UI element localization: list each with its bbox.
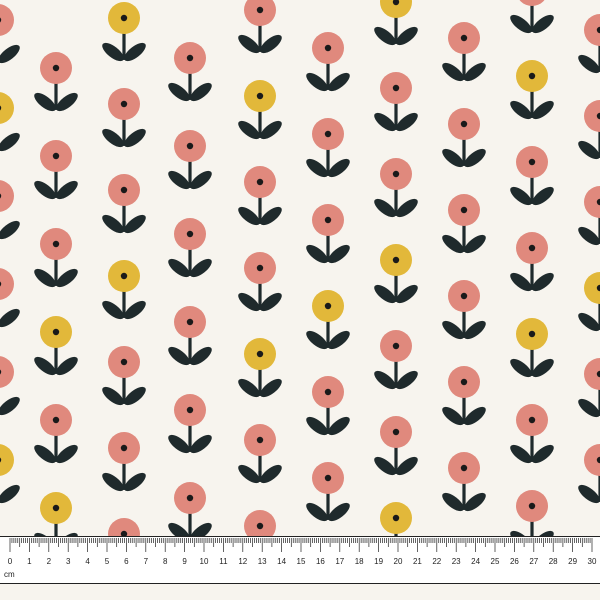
flower-motif	[306, 462, 350, 522]
fabric-pattern	[0, 0, 600, 578]
flower-motif	[442, 22, 486, 82]
ruler-cm-label: 30	[588, 557, 597, 566]
flower-motif	[578, 272, 600, 332]
flower-motif	[510, 60, 554, 120]
flower-motif	[306, 118, 350, 178]
ruler-cm-label: 19	[374, 557, 383, 566]
flower-motif	[102, 174, 146, 234]
flower-motif	[238, 80, 282, 140]
ruler-cm-label: 10	[200, 557, 209, 566]
flower-motif	[374, 330, 418, 390]
ruler-cm-label: 18	[355, 557, 364, 566]
flower-motif	[306, 204, 350, 264]
flower-motif	[0, 356, 20, 416]
flower-motif	[238, 338, 282, 398]
flower-motif	[102, 88, 146, 148]
flower-motif	[510, 146, 554, 206]
flower-motif	[374, 158, 418, 218]
flower-motif	[578, 358, 600, 418]
flower-motif	[34, 316, 78, 376]
ruler-cm-label: 8	[163, 557, 168, 566]
flower-motif	[510, 232, 554, 292]
ruler-cm-label: 26	[510, 557, 519, 566]
ruler-cm-label: 25	[491, 557, 500, 566]
ruler-cm-label: 27	[529, 557, 538, 566]
ruler-cm-label: 1	[27, 557, 32, 566]
ruler-cm-label: 3	[66, 557, 71, 566]
ruler-cm-label: 24	[471, 557, 480, 566]
flower-motif	[0, 268, 20, 328]
ruler-cm-label: 28	[549, 557, 558, 566]
flower-motif	[442, 452, 486, 512]
ruler-cm-label: 11	[219, 557, 228, 566]
flower-motif	[168, 306, 212, 366]
ruler-cm-label: 6	[124, 557, 129, 566]
flower-motif	[168, 394, 212, 454]
flower-motif	[238, 424, 282, 484]
flower-motif	[102, 432, 146, 492]
flower-motif	[102, 346, 146, 406]
flower-motif	[0, 92, 20, 152]
flower-motif	[374, 244, 418, 304]
flower-motif	[578, 100, 600, 160]
flower-motif	[510, 404, 554, 464]
flower-motif	[578, 186, 600, 246]
flower-motif	[374, 72, 418, 132]
ruler-unit-label: cm	[4, 570, 15, 579]
measuring-ruler: 0 1 2 3 4 5 6 7 8 9 10 11 12 13 14 15 16 17 18 19 20 21 22 23 24…	[0, 536, 600, 584]
flower-motif	[578, 14, 600, 74]
ruler-cm-label: 20	[394, 557, 403, 566]
ruler-cm-label: 17	[335, 557, 344, 566]
flower-motif	[102, 2, 146, 62]
flower-motif	[0, 180, 20, 240]
flower-motif	[442, 366, 486, 426]
ruler-cm-label: 23	[452, 557, 461, 566]
flower-motif	[442, 280, 486, 340]
ruler-cm-label: 4	[85, 557, 90, 566]
ruler-cm-label: 15	[297, 557, 306, 566]
flower-motif	[0, 444, 20, 504]
flower-motif	[510, 0, 554, 34]
flower-motif	[306, 32, 350, 92]
flower-motif	[578, 444, 600, 504]
flower-motif	[168, 42, 212, 102]
flower-motif	[238, 166, 282, 226]
ruler-cm-label: 22	[432, 557, 441, 566]
ruler-cm-label: 21	[413, 557, 422, 566]
flower-motif	[34, 140, 78, 200]
flower-motif	[34, 52, 78, 112]
flower-motif	[168, 218, 212, 278]
flower-motif	[238, 0, 282, 54]
flower-motif	[0, 4, 20, 64]
flower-motif	[34, 404, 78, 464]
ruler-cm-label: 7	[144, 557, 149, 566]
ruler-cm-label: 5	[105, 557, 110, 566]
flower-motif	[238, 252, 282, 312]
ruler-cm-label: 13	[258, 557, 267, 566]
flower-motif	[374, 416, 418, 476]
ruler-cm-label: 0	[8, 557, 13, 566]
ruler-cm-label: 29	[568, 557, 577, 566]
ruler-cm-label: 16	[316, 557, 325, 566]
ruler-scale: 0 1 2 3 4 5 6 7 8 9 10 11 12 13 14 15 16 17 18 19 20 21 22 23 24…	[8, 538, 597, 566]
flower-motif	[306, 290, 350, 350]
flower-motif	[374, 0, 418, 46]
flower-motif	[442, 108, 486, 168]
flower-motif	[510, 318, 554, 378]
flower-motif	[34, 228, 78, 288]
flower-motif	[168, 482, 212, 542]
flower-motif	[306, 376, 350, 436]
ruler-cm-label: 14	[277, 557, 286, 566]
flower-motif	[102, 260, 146, 320]
ruler-cm-label: 12	[238, 557, 247, 566]
flower-motif	[168, 130, 212, 190]
flower-motif	[442, 194, 486, 254]
ruler-cm-label: 9	[182, 557, 187, 566]
ruler-cm-label: 2	[47, 557, 52, 566]
